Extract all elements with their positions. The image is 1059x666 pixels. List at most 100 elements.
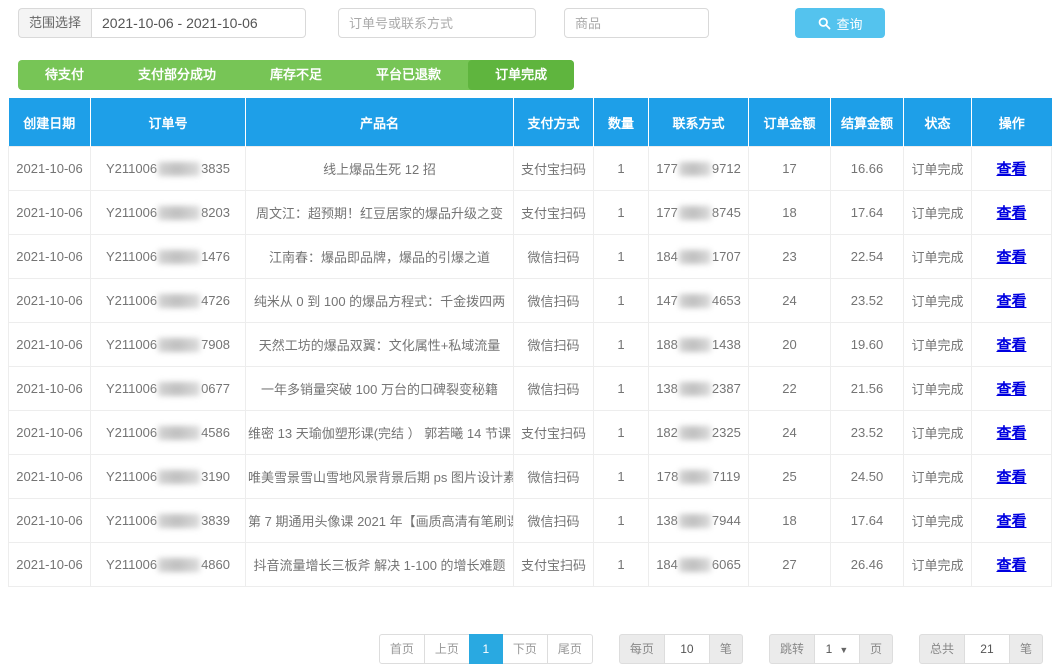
chevron-down-icon: ▼ [839,645,848,655]
date-range-label: 范围选择 [18,8,91,38]
cell-order-amount: 18 [749,191,831,235]
cell-pay-method: 微信扫码 [514,367,594,411]
cell-action: 查看 [972,191,1052,235]
status-tab[interactable]: 订单完成 [468,60,574,90]
cell-order-amount: 18 [749,499,831,543]
phone-suffix: 1438 [712,337,741,352]
current-page-button[interactable]: 1 [469,634,503,664]
cell-settle-amount: 16.66 [831,147,904,191]
order-number-prefix: Y211006 [106,557,157,572]
orders-table: 创建日期订单号产品名支付方式数量联系方式订单金额结算金额状态操作 2021-10… [8,98,1052,587]
first-page-button[interactable]: 首页 [379,634,425,664]
last-page-button[interactable]: 尾页 [547,634,593,664]
search-button[interactable]: 查询 [795,8,885,38]
cell-pay-method: 微信扫码 [514,235,594,279]
cell-settle-amount: 19.60 [831,323,904,367]
view-link[interactable]: 查看 [996,249,1026,266]
filter-bar: 范围选择 查询 [0,0,1059,38]
order-number-prefix: Y211006 [106,381,157,396]
order-search-input[interactable] [338,8,536,38]
phone-suffix: 8745 [712,205,741,220]
status-tab[interactable]: 库存不足 [243,60,349,90]
order-number-suffix: 3835 [201,161,230,176]
cell-create-date: 2021-10-06 [9,147,91,191]
masked-phone-digits [679,514,711,528]
cell-quantity: 1 [594,147,649,191]
cell-create-date: 2021-10-06 [9,235,91,279]
jump-unit-label: 页 [859,634,893,664]
pager-group: 首页 上页 1 下页 尾页 [379,634,593,664]
cell-pay-method: 支付宝扫码 [514,543,594,587]
phone-suffix: 4653 [712,293,741,308]
masked-order-digits [158,206,200,220]
cell-product-name: 唯美雪景雪山雪地风景背景后期 ps 图片设计素材 [246,455,514,499]
search-icon [818,17,831,30]
cell-order-number: Y2110061476 [91,235,246,279]
date-range-input[interactable] [91,8,306,38]
cell-create-date: 2021-10-06 [9,279,91,323]
view-link[interactable]: 查看 [996,425,1026,442]
order-number-suffix: 4726 [201,293,230,308]
cell-contact: 1382387 [649,367,749,411]
cell-action: 查看 [972,455,1052,499]
masked-order-digits [158,250,200,264]
masked-order-digits [158,470,200,484]
per-page-input[interactable]: 10 [664,634,710,664]
view-link[interactable]: 查看 [996,293,1026,310]
table-row: 2021-10-06 Y2110064726 纯米从 0 到 100 的爆品方程… [9,279,1052,323]
prev-page-button[interactable]: 上页 [424,634,470,664]
next-page-button[interactable]: 下页 [502,634,548,664]
cell-pay-method: 微信扫码 [514,455,594,499]
cell-contact: 1778745 [649,191,749,235]
cell-create-date: 2021-10-06 [9,323,91,367]
status-tab[interactable]: 待支付 [18,60,111,90]
cell-contact: 1787119 [649,455,749,499]
masked-order-digits [158,426,200,440]
cell-order-number: Y2110063839 [91,499,246,543]
jump-group: 跳转 1▼ 页 [769,634,893,664]
masked-order-digits [158,294,200,308]
cell-create-date: 2021-10-06 [9,367,91,411]
jump-page-select[interactable]: 1▼ [814,634,860,664]
cell-settle-amount: 22.54 [831,235,904,279]
cell-order-amount: 20 [749,323,831,367]
masked-phone-digits [679,206,711,220]
view-link[interactable]: 查看 [996,161,1026,178]
product-search-input[interactable] [564,8,709,38]
cell-product-name: 线上爆品生死 12 招 [246,147,514,191]
cell-status: 订单完成 [904,499,972,543]
view-link[interactable]: 查看 [996,469,1026,486]
table-row: 2021-10-06 Y2110064860 抖音流量增长三板斧 解决 1-10… [9,543,1052,587]
column-header: 创建日期 [9,98,91,147]
jump-label: 跳转 [769,634,815,664]
cell-status: 订单完成 [904,147,972,191]
per-page-group: 每页 10 笔 [619,634,743,664]
cell-order-amount: 22 [749,367,831,411]
cell-quantity: 1 [594,367,649,411]
view-link[interactable]: 查看 [996,557,1026,574]
cell-status: 订单完成 [904,235,972,279]
order-number-prefix: Y211006 [106,425,157,440]
status-tab[interactable]: 支付部分成功 [111,60,243,90]
cell-pay-method: 微信扫码 [514,499,594,543]
view-link[interactable]: 查看 [996,513,1026,530]
cell-quantity: 1 [594,279,649,323]
view-link[interactable]: 查看 [996,205,1026,222]
cell-status: 订单完成 [904,191,972,235]
status-tab[interactable]: 平台已退款 [349,60,468,90]
cell-contact: 1881438 [649,323,749,367]
masked-phone-digits [679,250,711,264]
cell-contact: 1387944 [649,499,749,543]
phone-suffix: 1707 [712,249,741,264]
cell-order-amount: 24 [749,279,831,323]
masked-phone-digits [679,338,711,352]
total-label: 总共 [919,634,965,664]
total-unit-label: 笔 [1009,634,1043,664]
total-count-value: 21 [964,634,1010,664]
cell-status: 订单完成 [904,411,972,455]
view-link[interactable]: 查看 [996,381,1026,398]
phone-prefix: 184 [656,249,678,264]
view-link[interactable]: 查看 [996,337,1026,354]
cell-order-amount: 23 [749,235,831,279]
cell-quantity: 1 [594,323,649,367]
